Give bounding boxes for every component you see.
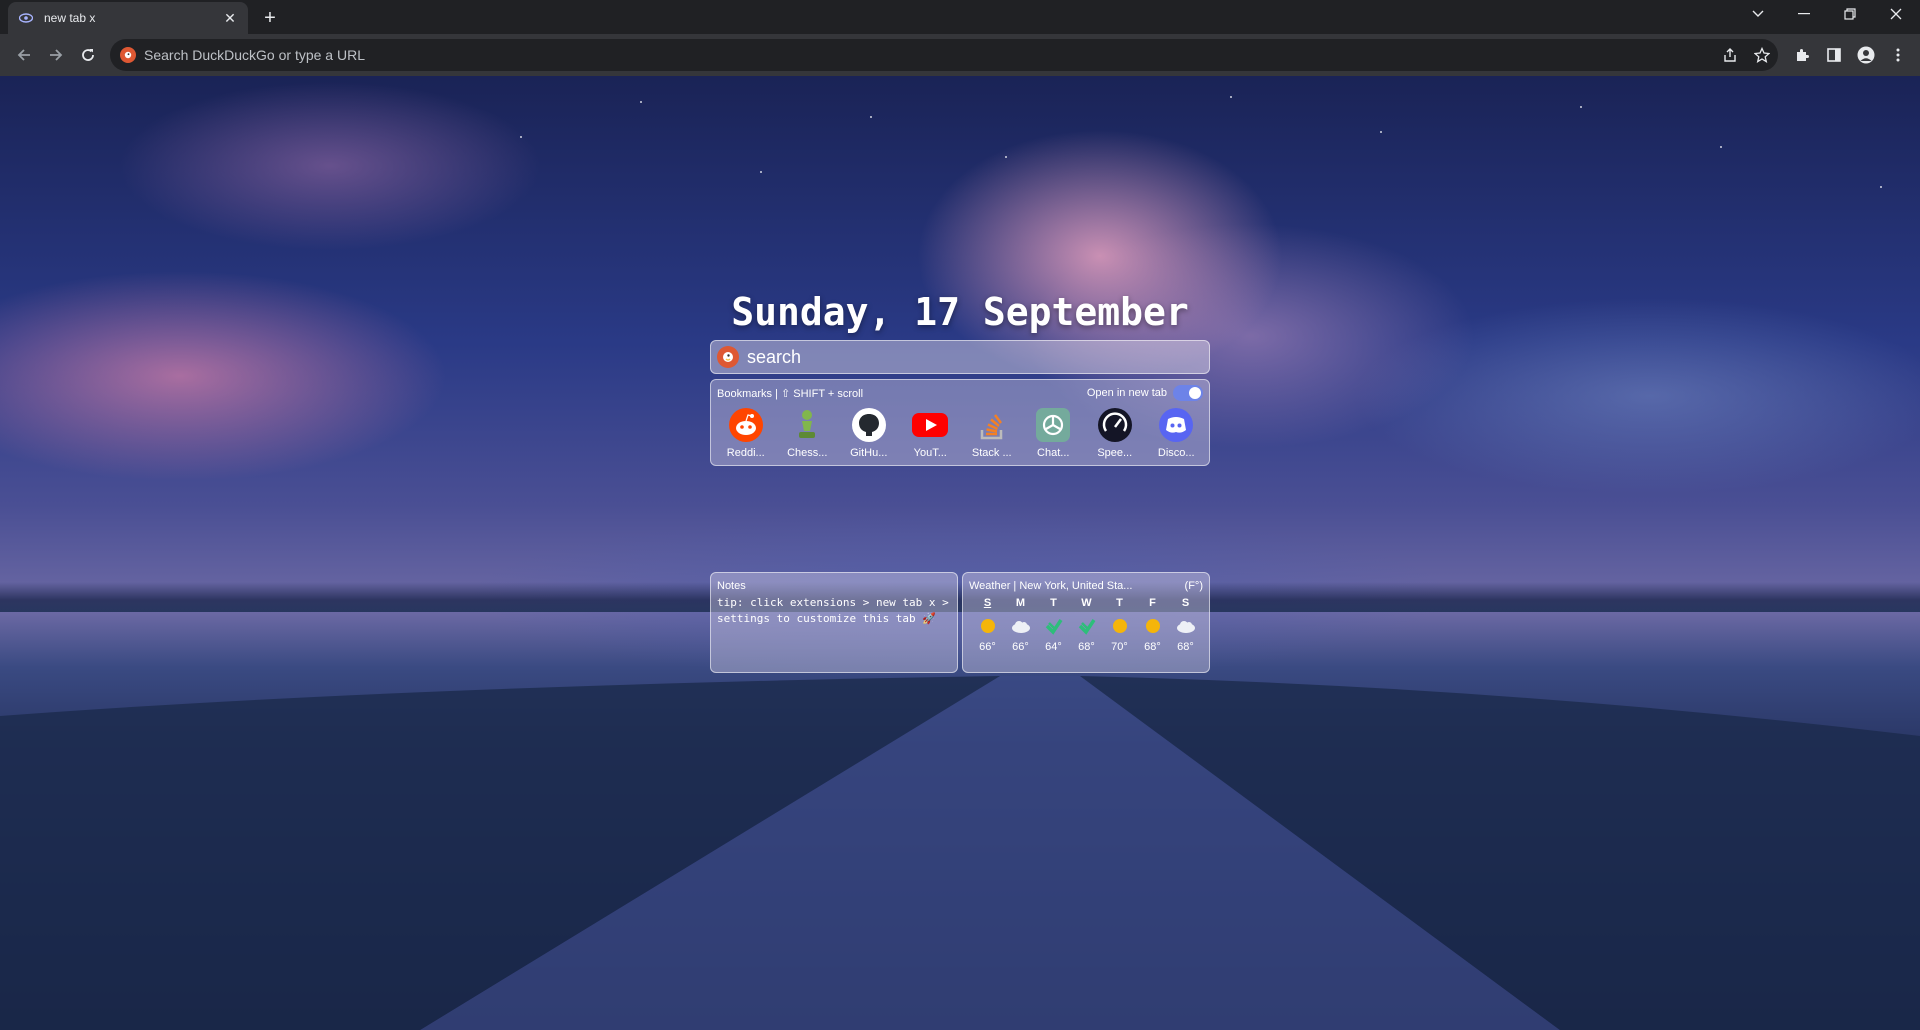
profile-icon[interactable]: [1850, 39, 1882, 71]
notes-title: Notes: [717, 580, 746, 592]
search-placeholder: search: [747, 346, 802, 367]
cloud-icon: [1175, 615, 1197, 637]
reddit-icon: [727, 406, 765, 444]
forecast-day: S 68°: [1169, 597, 1202, 653]
notes-textarea[interactable]: tip: click extensions > new tab x > sett…: [717, 595, 953, 627]
github-icon: [850, 406, 888, 444]
road-background: [0, 676, 1920, 1030]
bookmarks-panel: Bookmarks | ⇧ SHIFT + scroll Open in new…: [710, 379, 1210, 466]
forecast-day-name: T: [1116, 597, 1123, 609]
tab-title: new tab x: [44, 11, 96, 25]
forward-icon[interactable]: [40, 39, 72, 71]
search-input[interactable]: search: [710, 340, 1210, 374]
bookmark-stackoverflow[interactable]: Stack ...: [961, 406, 1023, 462]
forecast-day-name: F: [1149, 597, 1156, 609]
forecast-day-name: W: [1081, 597, 1092, 609]
bookmark-label: Chess...: [787, 447, 828, 459]
bookmark-label: GitHu...: [850, 447, 888, 459]
chess-icon: [788, 406, 826, 444]
cloud-icon: [1010, 615, 1032, 637]
notes-panel[interactable]: Notes tip: click extensions > new tab x …: [710, 572, 958, 673]
bookmark-label: Disco...: [1157, 447, 1195, 459]
duckduckgo-logo-icon: [717, 346, 739, 368]
browser-toolbar: Search DuckDuckGo or type a URL: [0, 34, 1920, 76]
bookmark-github[interactable]: GitHu...: [838, 406, 900, 462]
forecast-temp: 66°: [1012, 641, 1029, 653]
forecast-temp: 68°: [1078, 641, 1095, 653]
bookmark-label: Reddi...: [726, 447, 765, 459]
open-new-tab-toggle[interactable]: [1173, 385, 1203, 401]
sun-icon: [977, 615, 999, 637]
duckduckgo-icon: [120, 47, 136, 63]
restore-icon[interactable]: [1828, 0, 1872, 28]
share-icon[interactable]: [1714, 39, 1746, 71]
forecast-day-name: S: [983, 597, 992, 609]
forecast-day: S 66°: [971, 597, 1004, 653]
address-bar[interactable]: Search DuckDuckGo or type a URL: [110, 39, 1778, 71]
side-panel-icon[interactable]: [1818, 39, 1850, 71]
bookmark-list: Reddi... Chess... GitHu... YouT... Stack…: [715, 406, 1207, 462]
minimize-icon[interactable]: [1782, 0, 1826, 28]
bookmark-chatgpt[interactable]: Chat...: [1023, 406, 1085, 462]
bookmark-speedtest[interactable]: Spee...: [1084, 406, 1146, 462]
tab-search-icon[interactable]: [1736, 0, 1780, 28]
address-bar-placeholder: Search DuckDuckGo or type a URL: [144, 47, 365, 63]
sun-icon: [1142, 615, 1164, 637]
open-new-tab-label: Open in new tab: [1086, 387, 1167, 399]
forecast-temp: 66°: [979, 641, 996, 653]
stackoverflow-icon: [973, 406, 1011, 444]
rain-icon: [1076, 615, 1098, 637]
new-tab-page: Sunday, 17 September search Bookmarks | …: [0, 76, 1920, 1030]
discord-icon: [1157, 406, 1195, 444]
weather-title: Weather | New York, United Sta...: [969, 580, 1133, 592]
weather-forecast: S 66° M 66° T 64° W 68° T 70° F 68° S 68…: [971, 597, 1203, 653]
reload-icon[interactable]: [72, 39, 104, 71]
bookmark-youtube[interactable]: YouT...: [900, 406, 962, 462]
forecast-day-name: T: [1050, 597, 1057, 609]
forecast-day: T 70°: [1103, 597, 1136, 653]
menu-icon[interactable]: [1882, 39, 1914, 71]
forecast-day-name: M: [1015, 597, 1026, 609]
chatgpt-icon: [1034, 406, 1072, 444]
tab-close-icon[interactable]: ✕: [222, 10, 238, 26]
bookmark-label: YouT...: [913, 447, 947, 459]
rain-icon: [1043, 615, 1065, 637]
weather-unit-toggle[interactable]: (F°): [1185, 580, 1203, 592]
extensions-icon[interactable]: [1786, 39, 1818, 71]
bookmark-chess[interactable]: Chess...: [777, 406, 839, 462]
city-skyline: [0, 582, 1920, 612]
bookmarks-header: Bookmarks | ⇧ SHIFT + scroll: [717, 387, 864, 400]
sun-icon: [1109, 615, 1131, 637]
tab-strip: new tab x ✕ +: [0, 0, 1920, 34]
forecast-temp: 68°: [1177, 641, 1194, 653]
forecast-day: T 64°: [1037, 597, 1070, 653]
youtube-icon: [911, 406, 949, 444]
forecast-day: F 68°: [1136, 597, 1169, 653]
bookmark-discord[interactable]: Disco...: [1146, 406, 1208, 462]
forecast-temp: 68°: [1144, 641, 1161, 653]
bookmark-label: Chat...: [1037, 447, 1070, 459]
browser-tab[interactable]: new tab x ✕: [8, 2, 248, 34]
bookmark-reddit[interactable]: Reddi...: [715, 406, 777, 462]
forecast-temp: 70°: [1111, 641, 1128, 653]
weather-panel: Weather | New York, United Sta... (F°) S…: [962, 572, 1210, 673]
forecast-temp: 64°: [1045, 641, 1062, 653]
eye-icon: [18, 10, 34, 26]
back-icon[interactable]: [8, 39, 40, 71]
bookmark-star-icon[interactable]: [1746, 39, 1778, 71]
close-window-icon[interactable]: [1874, 0, 1918, 28]
date-heading: Sunday, 17 September: [731, 290, 1189, 334]
speedtest-icon: [1096, 406, 1134, 444]
bookmark-label: Stack ...: [971, 447, 1012, 459]
forecast-day: M 66°: [1004, 597, 1037, 653]
bookmark-label: Spee...: [1097, 447, 1133, 459]
new-tab-button[interactable]: +: [258, 6, 282, 30]
forecast-day-name: S: [1181, 597, 1190, 609]
forecast-day: W 68°: [1070, 597, 1103, 653]
